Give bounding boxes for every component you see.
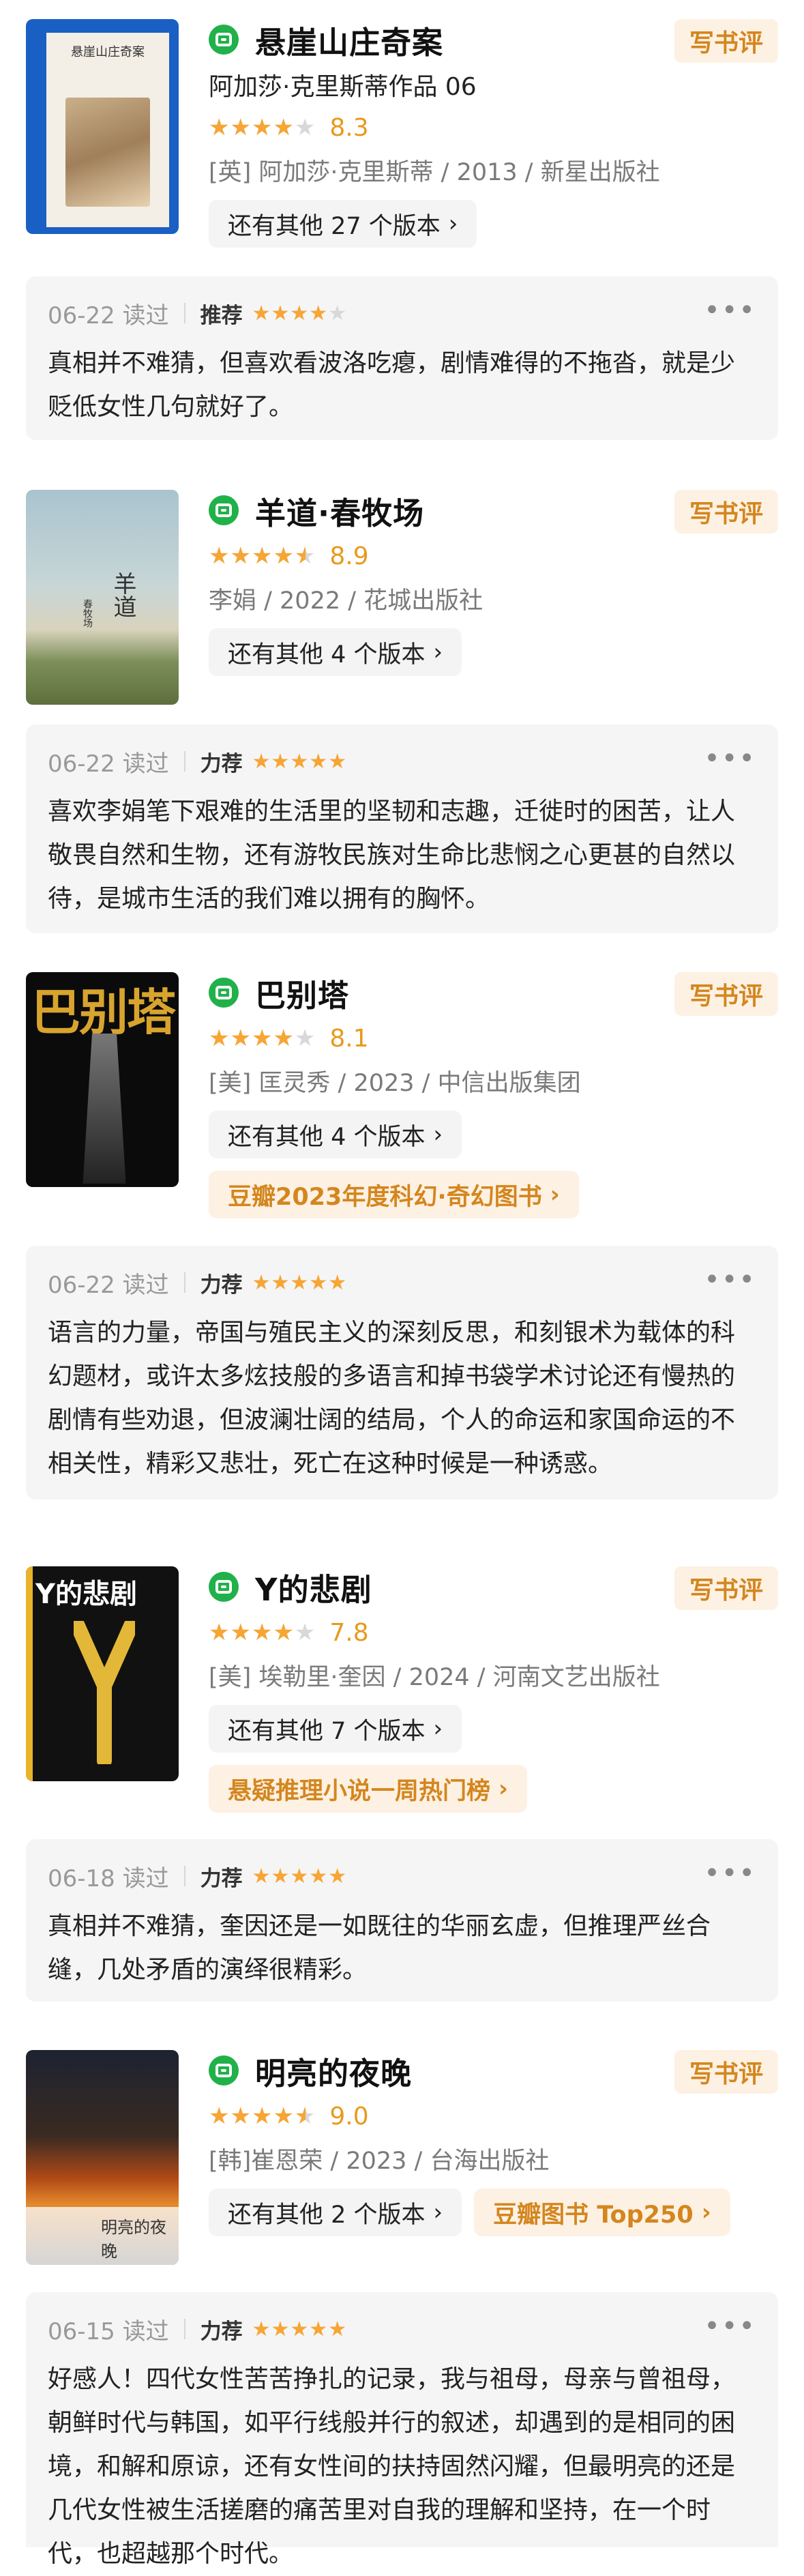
review-text: 语言的力量，帝国与殖民主义的深刻反思，和刻银术为载体的科幻题材，或许太多炫技般的… <box>48 1319 736 1478</box>
book-meta: [美] 匡灵秀 / 2023 / 中信出版集团 <box>209 1070 581 1097</box>
cover-subtitle-2: 春牧场 <box>82 599 93 628</box>
rating-score: 8.1 <box>329 1024 369 1053</box>
review-card-4: 06-18 读过 力荐 ★★★★★ ★★★★★ ••• 真相并不难猜，奎因还是一如… <box>26 1839 778 2002</box>
cover-title-2: 羊道 <box>109 572 136 618</box>
douban-read-icon <box>209 25 239 55</box>
cover-title-3: 巴别塔 <box>31 983 176 1041</box>
rating-stars: ★★★★★★★★★★ <box>209 114 316 141</box>
review-text: 喜欢李娟笔下艰难的生活里的坚韧和志趣，迁徙时的困苦，让人敬畏自然和生物，还有游牧… <box>48 797 736 913</box>
review-text: 真相并不难猜，但喜欢看波洛吃瘪，剧情难得的不拖沓，就是少贬低女性几句就好了。 <box>48 349 736 421</box>
douban-read-icon <box>209 978 239 1008</box>
review-card-3: 06-22 读过 力荐 ★★★★★ ★★★★★ ••• 语言的力量，帝国与殖民主义… <box>26 1246 778 1499</box>
book-cover-3[interactable]: 巴别塔 <box>26 972 179 1187</box>
ranking-tag-button[interactable]: 豆瓣2023年度科幻·奇幻图书 › <box>209 1171 579 1218</box>
cover-title-4: Y的悲剧 <box>35 1579 137 1610</box>
book-cover-5[interactable]: 明亮的夜晚 <box>26 2050 179 2265</box>
write-review-button[interactable]: 写书评 <box>674 1566 778 1610</box>
rating-stars: ★★★★★★★★★★ <box>209 542 316 570</box>
other-versions-button[interactable]: 还有其他 2 个版本 › <box>209 2189 462 2236</box>
rating-stars: ★★★★★★★★★★ <box>209 2103 316 2130</box>
douban-read-icon <box>209 2055 239 2085</box>
rating-stars: ★★★★★★★★★★ <box>209 1025 316 1052</box>
review-label: 力荐 <box>200 1272 243 1298</box>
review-text: 真相并不难猜，奎因还是一如既往的华丽玄虚，但推理严丝合缝，几处矛盾的演绎很精彩。 <box>48 1912 711 1984</box>
other-versions-button[interactable]: 还有其他 4 个版本 › <box>209 628 462 676</box>
more-options-icon[interactable]: ••• <box>704 1266 756 1293</box>
douban-read-icon <box>209 1572 239 1602</box>
review-stars: ★★★★★★★★★★ <box>252 2317 348 2341</box>
review-card-5: 06-15 读过 力荐 ★★★★★ ★★★★★ ••• 好感人！四代女性苦苦挣扎的… <box>26 2292 778 2568</box>
book-meta: [英] 阿加莎·克里斯蒂 / 2013 / 新星出版社 <box>209 159 660 186</box>
write-review-button[interactable]: 写书评 <box>674 972 778 1016</box>
book-title[interactable]: 明亮的夜晚 <box>255 2049 412 2093</box>
other-versions-button[interactable]: 还有其他 27 个版本 › <box>209 200 477 248</box>
review-date: 06-22 读过 <box>48 1271 169 1299</box>
chevron-right-icon: › <box>433 2199 443 2226</box>
cover-title-1: 悬崖山庄奇案 <box>71 45 145 59</box>
chevron-right-icon: › <box>433 639 443 666</box>
more-options-icon[interactable]: ••• <box>704 297 756 324</box>
review-stars: ★★★★★★★★★★ <box>252 1270 348 1295</box>
review-card-2: 06-22 读过 力荐 ★★★★★ ★★★★★ ••• 喜欢李娟笔下艰难的生活里的… <box>26 724 778 933</box>
chevron-right-icon: › <box>433 1715 443 1742</box>
chevron-right-icon: › <box>433 1121 443 1148</box>
ranking-tag-button[interactable]: 豆瓣图书 Top250 › <box>474 2189 730 2236</box>
write-review-button[interactable]: 写书评 <box>674 2050 778 2094</box>
review-label: 力荐 <box>200 2319 243 2344</box>
ranking-tag-button[interactable]: 悬疑推理小说一周热门榜 › <box>209 1765 528 1813</box>
review-date: 06-15 读过 <box>48 2317 169 2345</box>
book-subtitle: 阿加莎·克里斯蒂作品 06 <box>209 73 477 101</box>
other-versions-button[interactable]: 还有其他 7 个版本 › <box>209 1705 462 1753</box>
review-card-1: 06-22 读过 推荐 ★★★★★★★★★★ ••• 真相并不难猜，但喜欢看波洛… <box>26 276 778 440</box>
review-date: 06-22 读过 <box>48 750 169 778</box>
book-meta: [韩]崔恩荣 / 2023 / 台海出版社 <box>209 2148 550 2175</box>
book-title[interactable]: Y的悲剧 <box>255 1565 372 1609</box>
review-label: 力荐 <box>200 751 243 776</box>
rating-stars: ★★★★★★★★★★ <box>209 1619 316 1646</box>
review-date: 06-18 读过 <box>48 1864 169 1892</box>
review-date: 06-22 读过 <box>48 302 169 330</box>
book-meta: [美] 埃勒里·奎因 / 2024 / 河南文艺出版社 <box>209 1664 660 1691</box>
more-options-icon[interactable]: ••• <box>704 2313 756 2340</box>
chevron-right-icon: › <box>498 1775 509 1802</box>
book-title[interactable]: 羊道·春牧场 <box>255 488 424 533</box>
rating-score: 7.8 <box>329 1618 369 1647</box>
review-stars: ★★★★★★★★★★ <box>252 301 348 325</box>
rating-score: 9.0 <box>329 2102 369 2131</box>
douban-read-icon <box>209 495 239 525</box>
chevron-right-icon: › <box>550 1181 560 1208</box>
review-text: 好感人！四代女性苦苦挣扎的记录，我与祖母，母亲与曾祖母，朝鲜时代与韩国，如平行线… <box>48 2365 736 2568</box>
chevron-right-icon: › <box>448 210 458 237</box>
other-versions-button[interactable]: 还有其他 4 个版本 › <box>209 1111 462 1158</box>
review-stars: ★★★★★★★★★★ <box>252 1864 348 1888</box>
write-review-button[interactable]: 写书评 <box>674 490 778 533</box>
rating-score: 8.9 <box>329 542 369 570</box>
book-cover-2[interactable]: 羊道 春牧场 <box>26 490 179 705</box>
review-stars: ★★★★★★★★★★ <box>252 749 348 774</box>
write-review-button[interactable]: 写书评 <box>674 19 778 63</box>
rating-score: 8.3 <box>329 113 369 142</box>
book-title[interactable]: 悬崖山庄奇案 <box>255 18 443 62</box>
review-label: 推荐 <box>200 303 243 328</box>
cover-y-figure <box>74 1621 135 1764</box>
book-cover-4[interactable]: Y的悲剧 <box>26 1566 179 1781</box>
book-meta: 李娟 / 2022 / 花城出版社 <box>209 587 483 615</box>
book-cover-1[interactable]: 悬崖山庄奇案 <box>26 19 179 234</box>
chevron-right-icon: › <box>701 2199 711 2226</box>
cover-title-5: 明亮的夜晚 <box>101 2218 166 2261</box>
more-options-icon[interactable]: ••• <box>704 1860 756 1887</box>
review-label: 力荐 <box>200 1866 243 1891</box>
book-title[interactable]: 巴别塔 <box>255 971 349 1015</box>
more-options-icon[interactable]: ••• <box>704 745 756 772</box>
